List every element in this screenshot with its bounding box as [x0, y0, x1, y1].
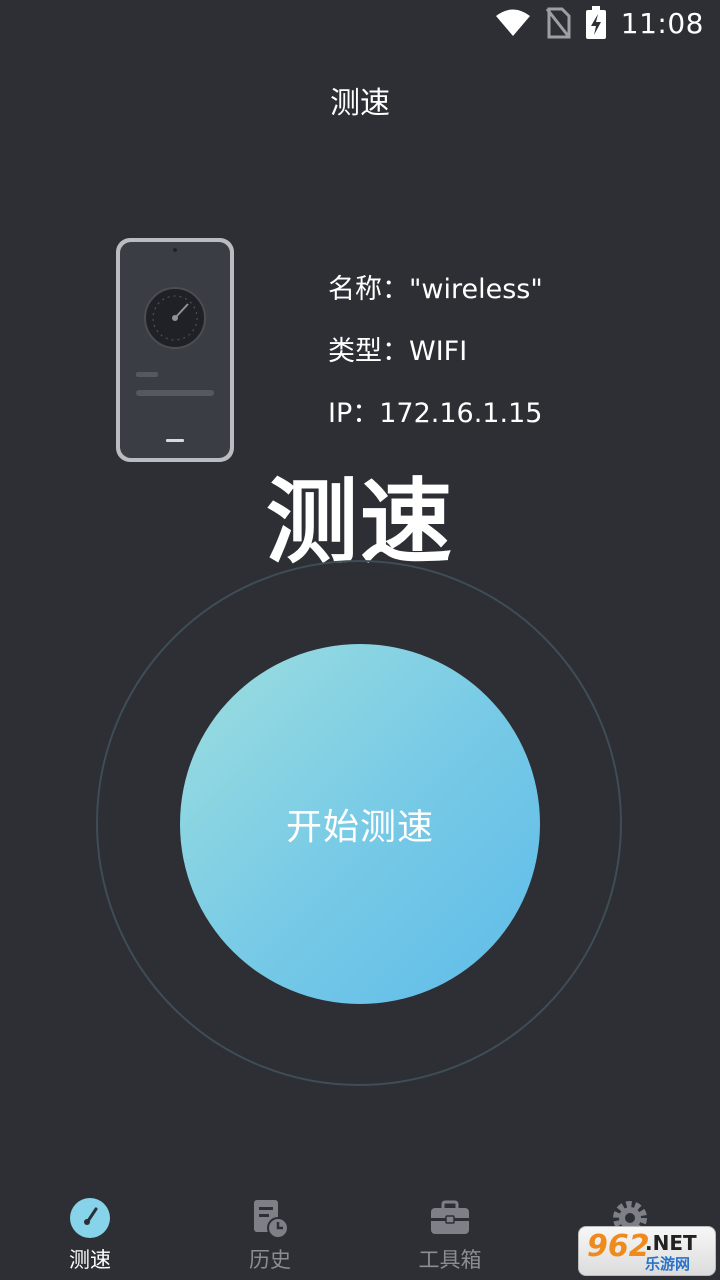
- nav-label-toolbox: 工具箱: [418, 1248, 482, 1272]
- start-test-button[interactable]: 开始测速: [180, 644, 540, 1004]
- network-ip-label: IP：: [328, 398, 380, 429]
- nav-item-speedtest[interactable]: 测速: [30, 1188, 150, 1274]
- page-title: 测速: [330, 86, 390, 121]
- phone-illustration: [116, 238, 234, 462]
- network-ip-value: 172.16.1.15: [379, 398, 543, 429]
- status-clock: 11:08: [620, 6, 704, 40]
- speedometer-icon: [70, 1198, 110, 1238]
- toolbox-icon: [431, 1200, 469, 1234]
- nav-item-toolbox[interactable]: 工具箱: [390, 1188, 510, 1274]
- nav-item-history[interactable]: 历史: [210, 1188, 330, 1274]
- watermark-logo: 962 .NET 乐游网: [578, 1226, 716, 1276]
- wifi-icon: [495, 9, 530, 36]
- watermark-number: 962: [587, 1229, 650, 1264]
- start-test-label: 开始测速: [285, 807, 434, 848]
- network-type-value: WIFI: [409, 336, 468, 367]
- network-ip-row: IP：172.16.1.15: [328, 392, 543, 454]
- status-icons: 11:08: [495, 6, 704, 40]
- network-type-label: 类型：: [328, 336, 409, 367]
- watermark-sub: 乐游网: [645, 1255, 691, 1273]
- network-name-value: "wireless": [409, 274, 543, 305]
- network-info: 名称："wireless" 类型：WIFI IP：172.16.1.15: [328, 268, 543, 454]
- status-bar: 11:08: [0, 0, 720, 50]
- battery-charging-icon: [585, 6, 606, 39]
- nav-label-speedtest: 测速: [69, 1248, 111, 1272]
- network-name-label: 名称：: [328, 274, 409, 305]
- nav-label-history: 历史: [249, 1248, 291, 1272]
- network-name-row: 名称："wireless": [328, 268, 543, 330]
- watermark-net: .NET: [645, 1231, 697, 1255]
- history-icon: [254, 1200, 289, 1239]
- no-sim-icon: [545, 7, 571, 39]
- network-type-row: 类型：WIFI: [328, 330, 543, 392]
